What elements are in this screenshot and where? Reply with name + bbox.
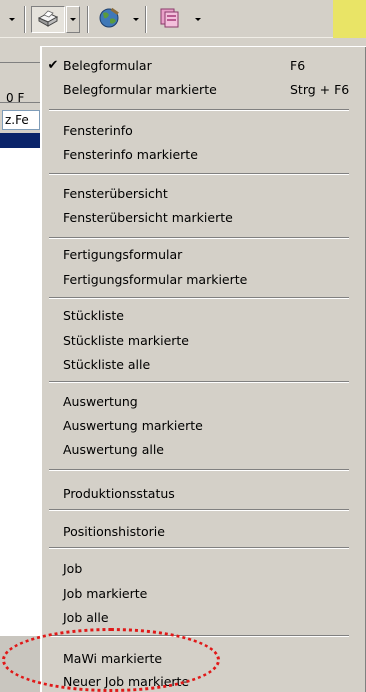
chevron-down-icon <box>70 18 76 21</box>
menu-item-auswertung[interactable]: Auswertung <box>41 389 361 413</box>
menu-separator <box>49 381 349 383</box>
documents-button[interactable] <box>155 6 187 33</box>
toolbar <box>0 0 366 38</box>
background-selection-bar <box>0 133 40 148</box>
menu-item-stueckliste-alle[interactable]: Stückliste alle <box>41 352 361 376</box>
menu-item-label: Fensterinfo <box>63 122 133 138</box>
toolbar-separator <box>87 6 89 33</box>
toolbar-separator <box>145 6 147 33</box>
highlight-annotation <box>2 628 220 692</box>
menu-item-label: Fertigungsformular markierte <box>63 271 248 287</box>
menu-item-label: Positionshistorie <box>63 523 165 539</box>
menu-item-fensterinfo-markierte[interactable]: Fensterinfo markierte <box>41 142 361 166</box>
print-button[interactable] <box>31 6 65 33</box>
menu-item-label: Auswertung markierte <box>63 417 203 433</box>
menu-item-fensteruebersicht[interactable]: Fensterübersicht <box>41 181 361 205</box>
documents-icon <box>159 7 183 32</box>
menu-item-auswertung-markierte[interactable]: Auswertung markierte <box>41 413 361 437</box>
menu-item-label: Fensterübersicht <box>63 185 168 201</box>
menu-separator <box>49 469 349 471</box>
menu-separator <box>49 297 349 299</box>
menu-item-job[interactable]: Job <box>41 556 361 580</box>
checkmark-icon: ✔ <box>47 57 59 73</box>
menu-item-label: Stückliste <box>63 307 124 323</box>
menu-item-auswertung-alle[interactable]: Auswertung alle <box>41 437 361 461</box>
menu-item-job-alle[interactable]: Job alle <box>41 605 361 629</box>
background-field[interactable]: z.Fe <box>2 110 40 130</box>
chevron-down-icon[interactable] <box>133 18 139 21</box>
menu-item-belegformular-markierte[interactable]: Belegformular markierte Strg + F6 <box>41 77 361 101</box>
menu-item-fertigungsformular[interactable]: Fertigungsformular <box>41 242 361 266</box>
toolbar-separator <box>24 6 26 33</box>
menu-item-label: Belegformular markierte <box>63 81 217 97</box>
background-strip <box>0 38 40 63</box>
menu-item-label: Auswertung alle <box>63 441 164 457</box>
chevron-down-icon[interactable] <box>195 18 201 21</box>
menu-separator <box>49 547 349 549</box>
menu-item-fensteruebersicht-markierte[interactable]: Fensterübersicht markierte <box>41 205 361 229</box>
menu-item-label: Produktionsstatus <box>63 485 175 501</box>
background-strip: 0 F <box>0 63 40 105</box>
menu-item-label: Job <box>63 560 83 576</box>
menu-separator <box>49 509 349 511</box>
menu-item-label: Job markierte <box>63 585 148 601</box>
chevron-down-icon[interactable] <box>9 18 15 21</box>
menu-item-fensterinfo[interactable]: Fensterinfo <box>41 118 361 142</box>
globe-tools-button[interactable] <box>93 6 125 33</box>
menu-item-stueckliste-markierte[interactable]: Stückliste markierte <box>41 328 361 352</box>
menu-item-label: Belegformular <box>63 57 152 73</box>
globe-tools-icon <box>97 7 121 32</box>
menu-item-produktionsstatus[interactable]: Produktionsstatus <box>41 481 361 505</box>
menu-item-positionshistorie[interactable]: Positionshistorie <box>41 519 361 543</box>
menu-item-label: Auswertung <box>63 393 138 409</box>
menu-item-belegformular[interactable]: ✔ Belegformular F6 <box>41 53 361 77</box>
menu-item-label: Stückliste alle <box>63 356 151 372</box>
menu-item-shortcut: Strg + F6 <box>290 81 350 97</box>
menu-separator <box>49 237 349 239</box>
menu-item-shortcut: F6 <box>290 57 306 73</box>
menu-item-fertigungsformular-markierte[interactable]: Fertigungsformular markierte <box>41 267 361 291</box>
menu-item-label: Fensterinfo markierte <box>63 146 198 162</box>
menu-item-label: Fertigungsformular <box>63 246 183 262</box>
menu-item-label: Fensterübersicht markierte <box>63 209 233 225</box>
menu-separator <box>49 173 349 175</box>
toolbar-accent-area <box>333 0 366 38</box>
menu-separator <box>49 109 349 111</box>
menu-item-stueckliste[interactable]: Stückliste <box>41 303 361 327</box>
menu-item-label: Job alle <box>63 609 109 625</box>
printer-icon <box>36 8 60 31</box>
print-dropdown-button[interactable] <box>66 6 80 33</box>
popup-menu: ✔ Belegformular F6 Belegformular markier… <box>40 46 366 692</box>
menu-item-label: Stückliste markierte <box>63 332 190 348</box>
menu-item-job-markierte[interactable]: Job markierte <box>41 581 361 605</box>
